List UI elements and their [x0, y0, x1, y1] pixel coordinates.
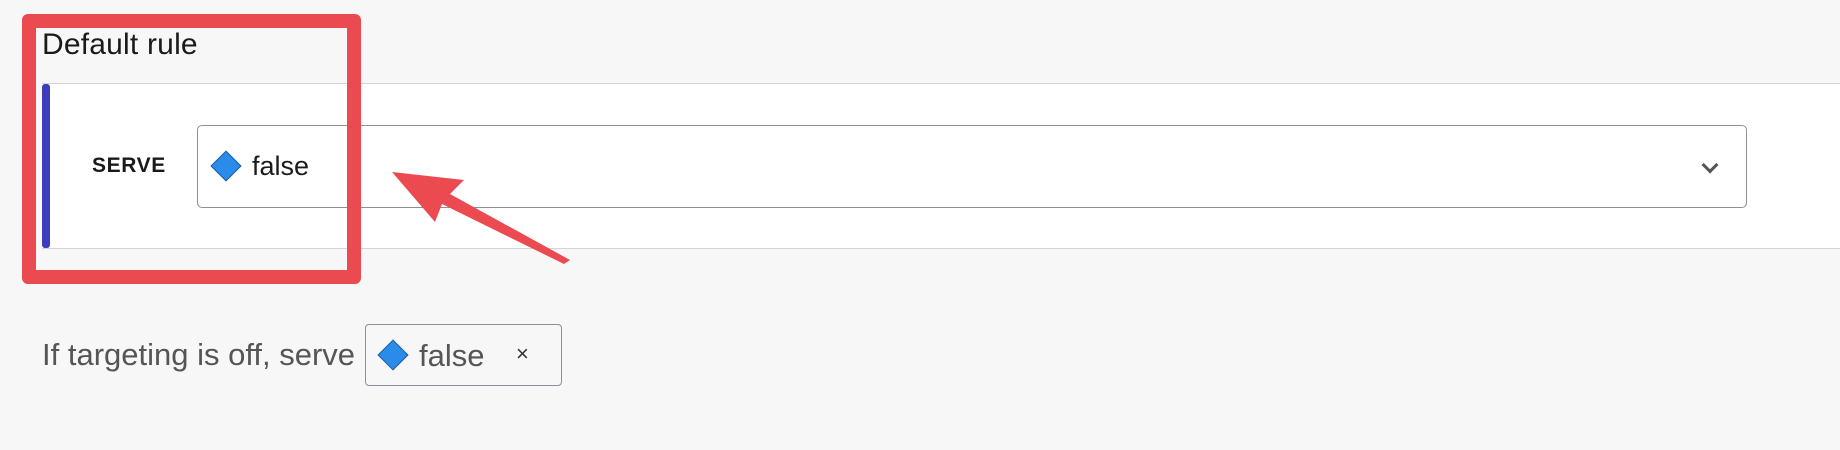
serve-label: SERVE	[92, 154, 166, 177]
variation-select-value: false	[252, 151, 310, 181]
fallback-variation-chip[interactable]: false ×	[365, 324, 563, 386]
rule-accent-bar	[42, 84, 50, 248]
remove-icon[interactable]: ×	[516, 341, 529, 367]
default-rule-page: Default rule SERVE false If targeting is…	[0, 0, 1840, 450]
section-title: Default rule	[42, 28, 198, 61]
fallback-row: If targeting is off, serve false ×	[42, 324, 563, 386]
fallback-text: If targeting is off, serve	[42, 337, 356, 372]
default-rule-card: SERVE false	[42, 83, 1840, 249]
diamond-icon	[377, 339, 409, 371]
variation-select[interactable]: false	[197, 125, 1747, 208]
chevron-down-icon[interactable]	[1701, 156, 1719, 174]
fallback-variation-value: false	[419, 338, 485, 373]
diamond-icon	[210, 150, 242, 182]
